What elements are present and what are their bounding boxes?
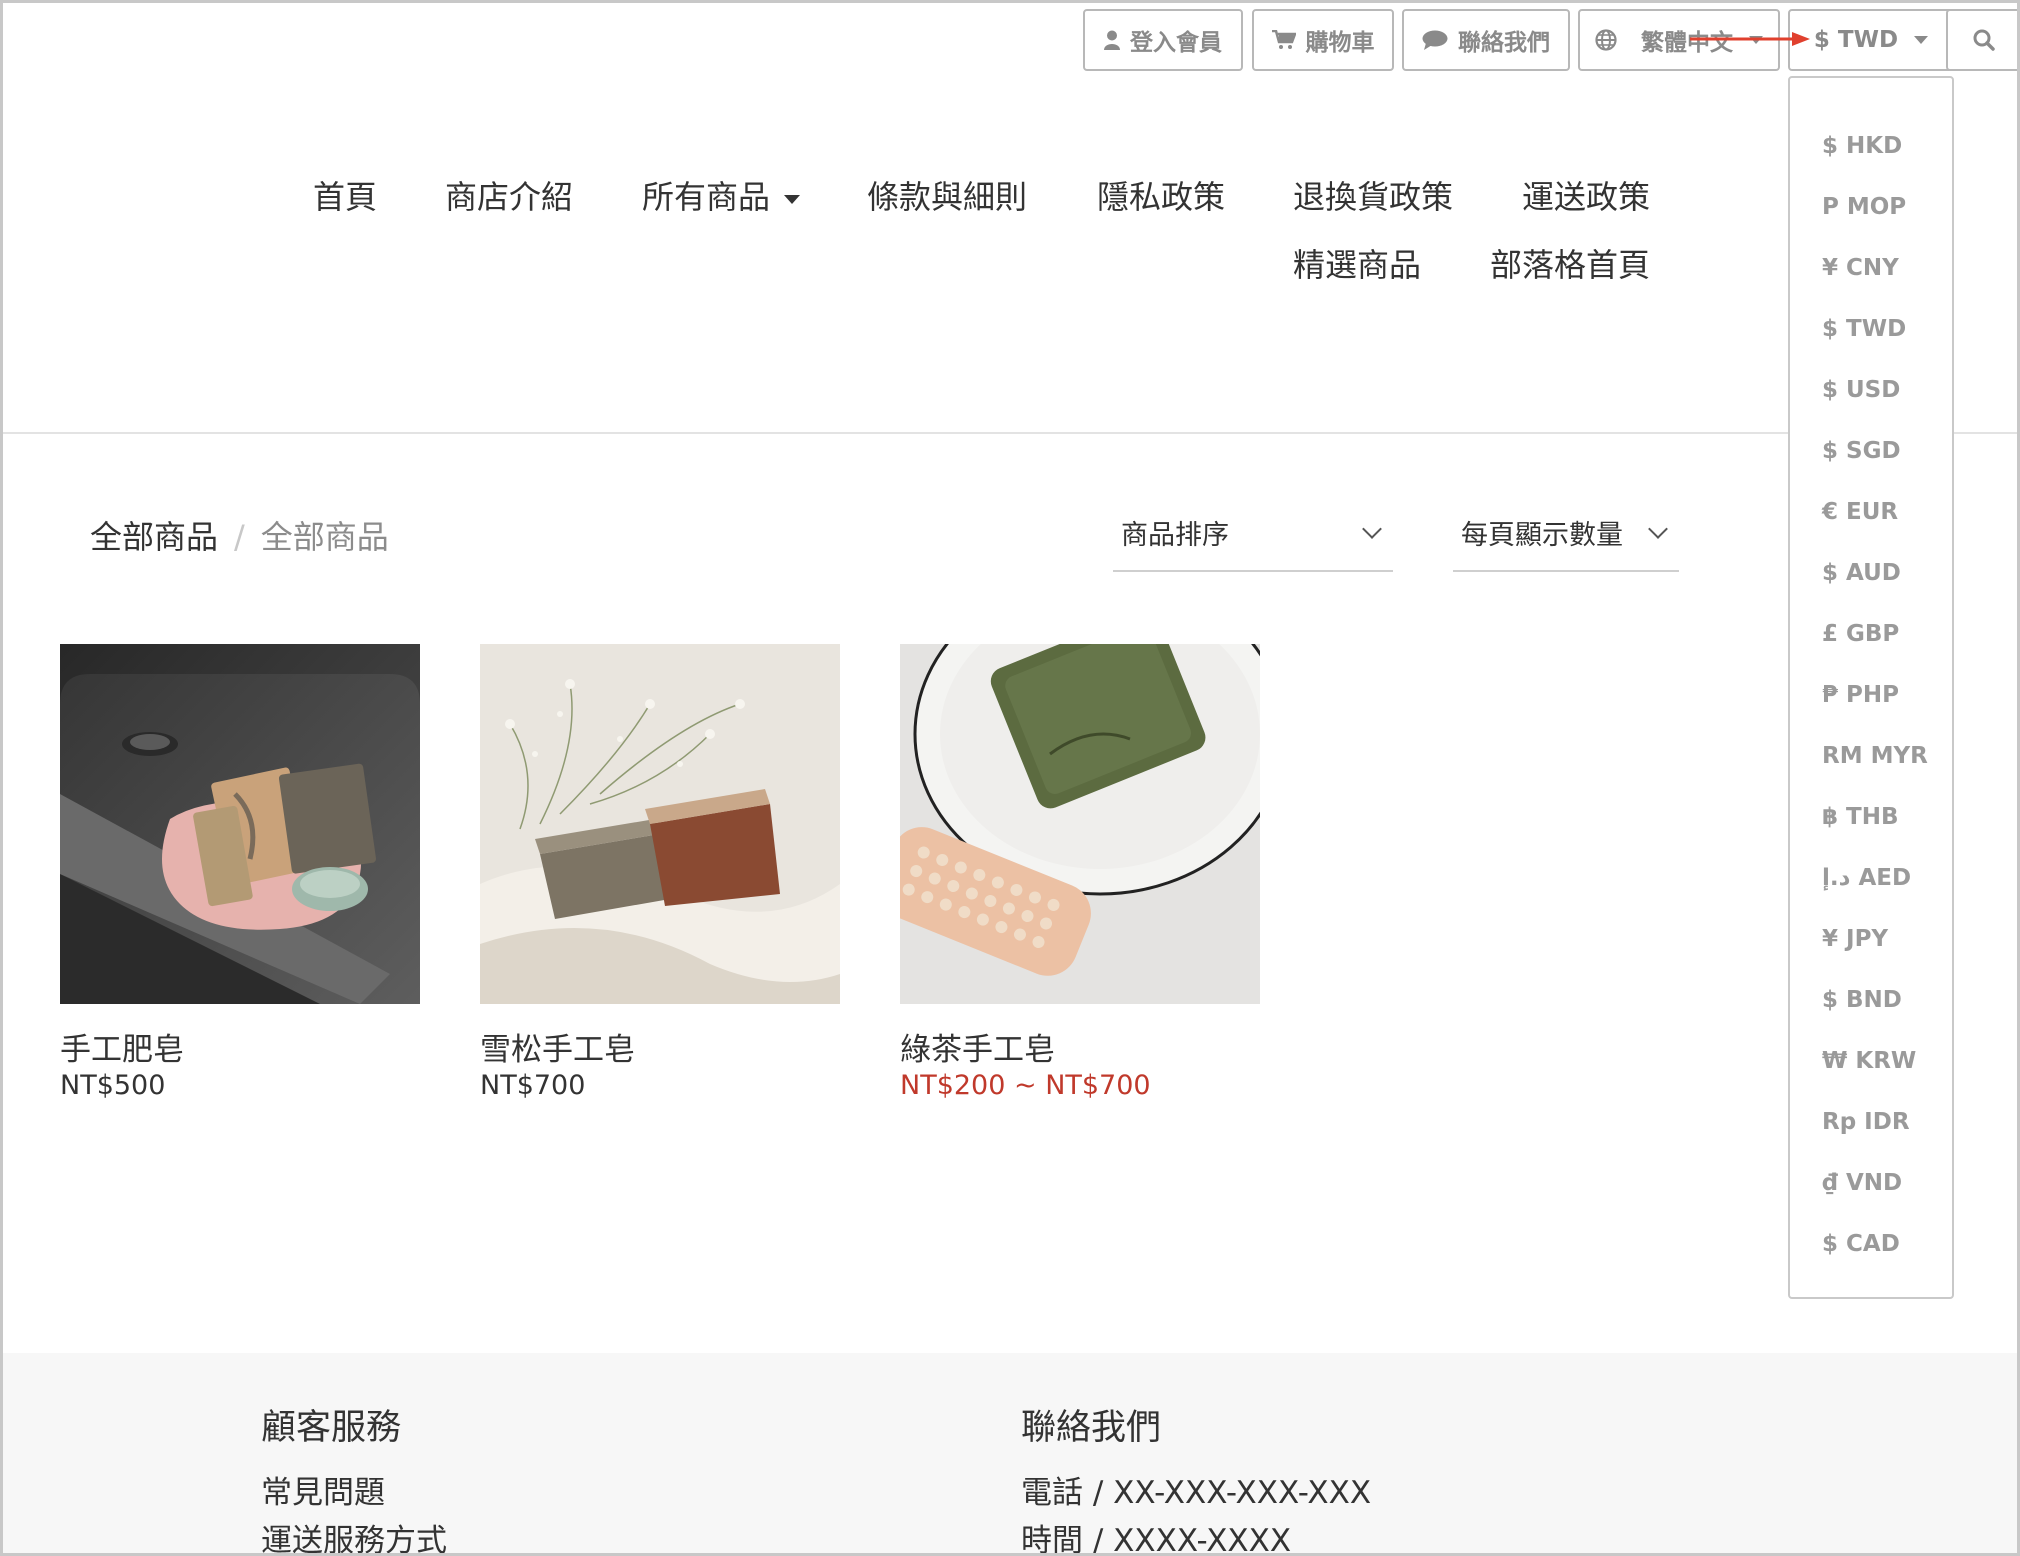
nav-shipping[interactable]: 運送政策 — [1522, 172, 1650, 218]
footer: 顧客服務 常見問題 運送服務方式 聯絡我們 電話 / XX-XXX-XXX-XX… — [3, 1353, 2017, 1556]
currency-option[interactable]: ¥ CNY — [1790, 238, 1952, 299]
product-price: NT$700 — [480, 1070, 586, 1101]
sort-select-label: 商品排序 — [1121, 520, 1229, 551]
chat-icon — [1422, 30, 1448, 50]
nav-privacy[interactable]: 隱私政策 — [1097, 172, 1225, 218]
chevron-down-icon — [1648, 519, 1668, 539]
currency-option[interactable]: € EUR — [1790, 482, 1952, 543]
breadcrumb-separator: / — [234, 518, 245, 556]
globe-icon — [1595, 29, 1617, 51]
annotation-arrow — [1690, 32, 1810, 46]
currency-option[interactable]: ฿ THB — [1790, 787, 1952, 848]
product-card[interactable]: 手工肥皂 NT$500 — [60, 644, 420, 1101]
currency-option[interactable]: $ AUD — [1790, 543, 1952, 604]
user-icon — [1104, 30, 1120, 50]
cart-icon — [1271, 30, 1296, 49]
chevron-down-icon — [1362, 519, 1382, 539]
nav-all-products-label: 所有商品 — [642, 178, 771, 216]
currency-option[interactable]: $ SGD — [1790, 421, 1952, 482]
currency-label: $ TWD — [1813, 27, 1899, 53]
nav-terms[interactable]: 條款與細則 — [867, 172, 1027, 218]
currency-option[interactable]: $ TWD — [1790, 299, 1952, 360]
currency-option[interactable]: P MOP — [1790, 177, 1952, 238]
product-image[interactable] — [480, 644, 840, 1004]
caret-down-icon — [784, 194, 801, 204]
chevron-down-icon — [1914, 36, 1929, 44]
footer-service-heading: 顧客服務 — [261, 1408, 402, 1448]
product-name[interactable]: 雪松手工皂 — [480, 1024, 635, 1069]
currency-option[interactable]: $ HKD — [1790, 116, 1952, 177]
breadcrumb-current: 全部商品 — [260, 518, 389, 556]
currency-option[interactable]: £ GBP — [1790, 604, 1952, 665]
product-image[interactable] — [900, 644, 1260, 1004]
currency-option[interactable]: RM MYR — [1790, 726, 1952, 787]
login-label: 登入會員 — [1130, 30, 1222, 56]
per-page-select-label: 每頁顯示數量 — [1461, 520, 1623, 551]
nav-returns[interactable]: 退換貨政策 — [1293, 172, 1453, 218]
footer-link-shipping-methods[interactable]: 運送服務方式 — [261, 1515, 447, 1556]
currency-option[interactable]: ₱ PHP — [1790, 665, 1952, 726]
currency-option[interactable]: ₫ VND — [1790, 1153, 1952, 1214]
nav-blog[interactable]: 部落格首頁 — [1490, 240, 1650, 286]
currency-option[interactable]: $ USD — [1790, 360, 1952, 421]
currency-option[interactable]: Rp IDR — [1790, 1092, 1952, 1153]
currency-option[interactable]: ₩ KRW — [1790, 1031, 1952, 1092]
product-price: NT$500 — [60, 1070, 166, 1101]
product-price: NT$200 ~ NT$700 — [900, 1070, 1151, 1101]
footer-phone: 電話 / XX-XXX-XXX-XXX — [1021, 1475, 1372, 1511]
product-name[interactable]: 手工肥皂 — [60, 1024, 184, 1069]
product-card[interactable]: 綠茶手工皂 NT$200 ~ NT$700 — [900, 644, 1260, 1101]
footer-contact-heading: 聯絡我們 — [1021, 1408, 1162, 1448]
product-name[interactable]: 綠茶手工皂 — [900, 1024, 1055, 1069]
cart-label: 購物車 — [1305, 30, 1375, 56]
nav-all-products[interactable]: 所有商品 — [642, 172, 801, 218]
breadcrumb: 全部商品 / 全部商品 — [90, 512, 389, 558]
contact-button[interactable]: 聯絡我們 — [1402, 9, 1570, 71]
currency-option[interactable]: د.إ AED — [1790, 848, 1952, 909]
per-page-select[interactable]: 每頁顯示數量 — [1453, 500, 1679, 572]
currency-option[interactable]: $ CAD — [1790, 1214, 1952, 1275]
currency-option[interactable]: $ BND — [1790, 970, 1952, 1031]
currency-select[interactable]: $ TWD — [1788, 9, 1954, 71]
search-icon — [1973, 29, 1995, 51]
currency-option[interactable]: ¥ JPY — [1790, 909, 1952, 970]
login-button[interactable]: 登入會員 — [1083, 9, 1243, 71]
currency-dropdown-menu: $ HKD P MOP ¥ CNY $ TWD $ USD $ SGD € EU… — [1788, 76, 1954, 1299]
breadcrumb-parent[interactable]: 全部商品 — [90, 518, 218, 556]
header-divider — [3, 432, 2017, 434]
footer-hours: 時間 / XXXX-XXXX — [1021, 1523, 1292, 1556]
cart-button[interactable]: 購物車 — [1252, 9, 1394, 71]
nav-about[interactable]: 商店介紹 — [445, 172, 573, 218]
footer-link-faq[interactable]: 常見問題 — [261, 1467, 385, 1512]
search-button[interactable] — [1946, 9, 2020, 71]
sort-select[interactable]: 商品排序 — [1113, 500, 1393, 572]
product-card[interactable]: 雪松手工皂 NT$700 — [480, 644, 840, 1101]
product-image[interactable] — [60, 644, 420, 1004]
contact-label: 聯絡我們 — [1458, 30, 1550, 56]
nav-home[interactable]: 首頁 — [313, 172, 377, 218]
nav-featured[interactable]: 精選商品 — [1293, 240, 1421, 286]
